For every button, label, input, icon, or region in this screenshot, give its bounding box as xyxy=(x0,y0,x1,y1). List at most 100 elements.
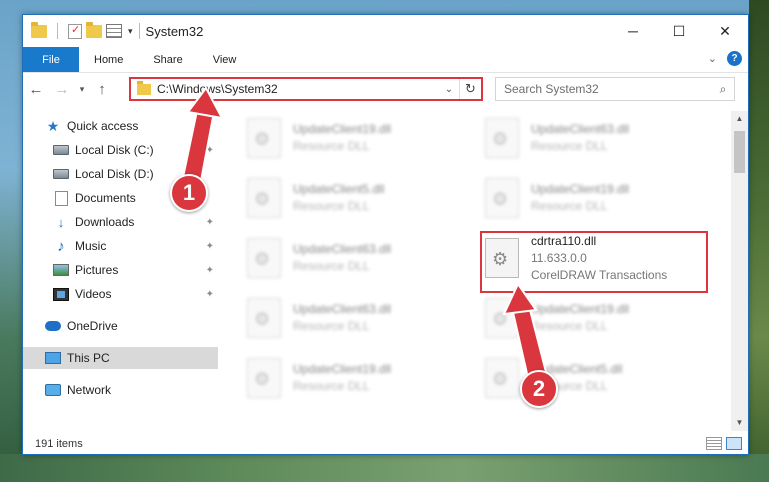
file-name: UpdateClient63.dll xyxy=(531,122,630,136)
pictures-icon xyxy=(53,264,69,276)
dll-file-icon: ⚙ xyxy=(247,178,281,218)
file-type: Resource DLL xyxy=(531,199,608,213)
file-item[interactable]: ⚙ UpdateClient5.dll Resource DLL xyxy=(243,171,475,225)
tab-view[interactable]: View xyxy=(198,47,252,72)
expand-ribbon-chevron-icon[interactable]: ⌄ xyxy=(708,52,717,65)
network-icon xyxy=(45,384,61,396)
refresh-icon[interactable]: ↻ xyxy=(459,79,481,99)
search-icon[interactable]: ⌕ xyxy=(712,82,734,97)
dll-file-icon: ⚙ xyxy=(485,178,519,218)
file-name: UpdateClient19.dll xyxy=(531,182,630,196)
file-name: UpdateClient19.dll xyxy=(531,302,630,316)
title-bar: ▾ System32 ─ ☐ ✕ xyxy=(23,15,748,47)
file-item[interactable]: ⚙ UpdateClient63.dll Resource DLL xyxy=(481,111,713,165)
sidebar-item-local-disk-c[interactable]: Local Disk (C:) ✦ xyxy=(23,139,218,161)
sidebar-item-label: Local Disk (C:) xyxy=(75,143,154,157)
back-arrow-icon[interactable]: ← xyxy=(23,81,49,98)
window-controls: ─ ☐ ✕ xyxy=(610,15,748,47)
file-name: UpdateClient19.dll xyxy=(293,122,392,136)
dll-file-icon: ⚙ xyxy=(247,118,281,158)
pin-icon[interactable]: ✦ xyxy=(206,289,214,300)
folder-icon[interactable] xyxy=(31,21,47,38)
sidebar-item-network[interactable]: Network xyxy=(23,379,218,401)
step-badge-2: 2 xyxy=(520,370,558,408)
help-icon[interactable]: ? xyxy=(727,51,742,66)
file-item[interactable]: ⚙ UpdateClient5.dll Resource DLL xyxy=(481,351,713,405)
scroll-up-icon[interactable]: ▲ xyxy=(731,111,748,127)
quick-access-toolbar: ▾ xyxy=(23,21,133,39)
status-bar: 191 items xyxy=(23,433,748,455)
dll-file-icon: ⚙ xyxy=(247,298,281,338)
address-path[interactable]: C:\Windows\System32 xyxy=(157,82,439,96)
sidebar-item-label: Videos xyxy=(75,287,112,301)
sidebar-item-label: Documents xyxy=(75,191,136,205)
sidebar-item-label: Downloads xyxy=(75,215,135,229)
pin-icon[interactable]: ✦ xyxy=(206,241,214,252)
file-type: Resource DLL xyxy=(293,259,370,273)
file-item[interactable]: ⚙ UpdateClient63.dll Resource DLL xyxy=(243,231,475,285)
file-name: UpdateClient5.dll xyxy=(293,182,385,196)
file-item[interactable]: ⚙ UpdateClient19.dll Resource DLL xyxy=(481,291,713,345)
dll-file-icon: ⚙ xyxy=(485,118,519,158)
customize-toolbar-icon[interactable] xyxy=(106,24,122,38)
sidebar-item-label: Network xyxy=(67,383,112,397)
tab-home[interactable]: Home xyxy=(79,47,138,72)
address-dropdown-icon[interactable]: ⌄ xyxy=(439,84,459,95)
up-arrow-icon[interactable]: ↑ xyxy=(89,81,115,98)
dll-file-icon: ⚙ xyxy=(247,358,281,398)
maximize-button[interactable]: ☐ xyxy=(656,15,702,47)
vertical-scrollbar[interactable]: ▲ ▼ xyxy=(731,111,748,431)
pin-icon[interactable]: ✦ xyxy=(206,145,214,156)
navigation-row: ← → ▾ ↑ C:\Windows\System32 ⌄ ↻ ⌕ xyxy=(23,73,748,105)
pin-icon[interactable]: ✦ xyxy=(206,217,214,228)
file-item[interactable]: ⚙ UpdateClient63.dll Resource DLL xyxy=(243,291,475,345)
sidebar-item-music[interactable]: ♪ Music ✦ xyxy=(23,235,218,257)
file-type: Resource DLL xyxy=(293,199,370,213)
minimize-button[interactable]: ─ xyxy=(610,15,656,47)
new-folder-icon[interactable] xyxy=(86,21,102,38)
sidebar-item-onedrive[interactable]: OneDrive xyxy=(23,315,218,337)
sidebar-item-this-pc[interactable]: This PC xyxy=(23,347,218,369)
file-item[interactable]: ⚙ UpdateClient19.dll Resource DLL xyxy=(481,171,713,225)
sidebar-item-videos[interactable]: Videos ✦ xyxy=(23,283,218,305)
sidebar-item-quick-access[interactable]: ★ Quick access xyxy=(23,115,218,137)
scroll-down-icon[interactable]: ▼ xyxy=(731,415,748,431)
tab-file[interactable]: File xyxy=(23,47,79,72)
desktop-background-right xyxy=(749,0,769,482)
file-type: Resource DLL xyxy=(531,319,608,333)
sidebar-item-downloads[interactable]: ↓ Downloads ✦ xyxy=(23,211,218,233)
step-badge-1: 1 xyxy=(170,174,208,212)
address-bar[interactable]: C:\Windows\System32 ⌄ ↻ xyxy=(129,77,483,101)
file-highlight-box xyxy=(480,231,708,293)
properties-check-icon[interactable] xyxy=(68,23,82,39)
file-name: UpdateClient63.dll xyxy=(293,302,392,316)
pc-icon xyxy=(45,352,61,364)
file-item[interactable]: ⚙ UpdateClient19.dll Resource DLL xyxy=(243,351,475,405)
dll-file-icon: ⚙ xyxy=(485,358,519,398)
disk-icon xyxy=(53,169,69,179)
documents-icon xyxy=(54,190,68,206)
tab-share[interactable]: Share xyxy=(138,47,197,72)
window-title: System32 xyxy=(145,23,204,39)
disk-icon xyxy=(53,145,69,155)
details-view-icon[interactable] xyxy=(706,437,722,450)
videos-icon xyxy=(53,287,69,301)
search-input[interactable] xyxy=(504,82,712,96)
search-box[interactable]: ⌕ xyxy=(495,77,735,101)
large-icons-view-icon[interactable] xyxy=(726,437,742,450)
close-button[interactable]: ✕ xyxy=(702,15,748,47)
item-count: 191 items xyxy=(35,438,83,450)
recent-locations-chevron-icon[interactable]: ▾ xyxy=(75,84,89,95)
navigation-pane: ★ Quick access Local Disk (C:) ✦ Local D… xyxy=(23,111,218,431)
ribbon-right-controls: ⌄ ? xyxy=(708,51,742,66)
chevron-down-icon[interactable]: ▾ xyxy=(128,26,133,37)
forward-arrow-icon[interactable]: → xyxy=(49,81,75,98)
file-type: Resource DLL xyxy=(293,139,370,153)
ribbon-tabs: File Home Share View ⌄ ? xyxy=(23,47,748,73)
sidebar-item-pictures[interactable]: Pictures ✦ xyxy=(23,259,218,281)
scrollbar-thumb[interactable] xyxy=(734,131,745,173)
file-type: Resource DLL xyxy=(293,379,370,393)
sidebar-item-label: Local Disk (D:) xyxy=(75,167,154,181)
pin-icon[interactable]: ✦ xyxy=(206,265,214,276)
file-item[interactable]: ⚙ UpdateClient19.dll Resource DLL xyxy=(243,111,475,165)
